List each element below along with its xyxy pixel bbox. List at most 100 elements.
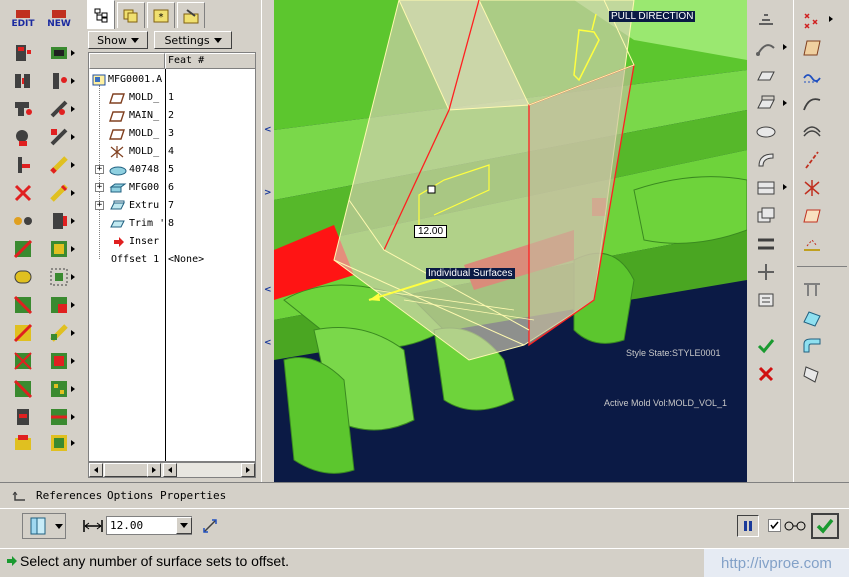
- apply-button[interactable]: [811, 513, 839, 539]
- tool-button[interactable]: [44, 404, 75, 429]
- tab-model-tree[interactable]: [87, 0, 115, 29]
- tree-item[interactable]: Offset 1 <None>: [89, 251, 255, 269]
- tool-button[interactable]: [797, 334, 827, 357]
- new-button[interactable]: NEW: [44, 6, 74, 31]
- glasses-icon[interactable]: [784, 520, 806, 532]
- tool-button[interactable]: [8, 404, 38, 429]
- tree-item[interactable]: + 40748 5: [89, 161, 255, 179]
- flip-direction-icon[interactable]: [200, 516, 220, 536]
- tab-favorites[interactable]: *: [147, 2, 175, 28]
- tool-button[interactable]: [751, 260, 781, 283]
- tree-item[interactable]: + MFG00 6: [89, 179, 255, 197]
- tree-horizontal-scrollbar[interactable]: [88, 462, 256, 478]
- tool-button[interactable]: [44, 180, 75, 205]
- tool-button[interactable]: [8, 180, 38, 205]
- tool-button[interactable]: [44, 40, 75, 65]
- scroll-right-button[interactable]: [147, 463, 161, 477]
- tool-button[interactable]: [797, 204, 827, 227]
- name-column-header[interactable]: [89, 53, 165, 69]
- tab-properties[interactable]: Properties: [160, 489, 226, 502]
- expand-icon[interactable]: +: [95, 201, 104, 210]
- tool-button[interactable]: [797, 176, 827, 199]
- tool-button[interactable]: [44, 348, 75, 373]
- offset-value-input[interactable]: 12.00: [106, 516, 192, 535]
- tool-button[interactable]: [797, 8, 833, 31]
- tool-button[interactable]: [8, 236, 38, 261]
- tool-button[interactable]: [8, 40, 38, 65]
- tool-button[interactable]: [8, 376, 38, 401]
- tool-button[interactable]: [44, 430, 75, 455]
- edit-button[interactable]: EDIT: [8, 6, 38, 31]
- tab-references[interactable]: References: [36, 489, 102, 502]
- show-dropdown[interactable]: Show: [88, 31, 148, 49]
- tool-button[interactable]: [797, 64, 827, 87]
- tool-button[interactable]: [8, 320, 38, 345]
- expand-icon[interactable]: +: [95, 165, 104, 174]
- surface-option-label[interactable]: Individual Surfaces: [426, 268, 515, 279]
- offset-value-dropdown[interactable]: [176, 517, 192, 534]
- tab-tools[interactable]: [177, 2, 205, 28]
- tool-button[interactable]: [751, 64, 781, 87]
- scroll-right-button[interactable]: [241, 463, 255, 477]
- done-feature-button[interactable]: [751, 334, 781, 357]
- feat-column-header[interactable]: Feat #: [165, 53, 255, 69]
- tool-button[interactable]: [797, 232, 827, 255]
- tree-item[interactable]: + Extru 7: [89, 197, 255, 215]
- tool-button[interactable]: [44, 96, 75, 121]
- preview-checkbox[interactable]: [768, 519, 781, 532]
- tool-button[interactable]: [751, 288, 781, 311]
- quit-feature-button[interactable]: [751, 362, 781, 385]
- tool-button[interactable]: [751, 92, 787, 115]
- tool-button[interactable]: [751, 204, 781, 227]
- tool-button[interactable]: [44, 264, 75, 289]
- tool-button[interactable]: [8, 68, 38, 93]
- tool-button[interactable]: [8, 208, 38, 233]
- tool-button[interactable]: [8, 152, 38, 177]
- tree-item[interactable]: Inser: [89, 233, 255, 251]
- tool-button[interactable]: [44, 152, 75, 177]
- tool-button[interactable]: [797, 36, 827, 59]
- tree-item[interactable]: MOLD_ 1: [89, 89, 255, 107]
- tool-button[interactable]: [797, 278, 827, 301]
- graphics-viewport[interactable]: PULL DIRECTION 12.00 Individual Surfaces…: [274, 0, 747, 482]
- offset-type-selector[interactable]: [22, 513, 66, 539]
- tool-button[interactable]: [44, 236, 75, 261]
- tree-item[interactable]: MOLD_ 4: [89, 143, 255, 161]
- tree-item[interactable]: MAIN_ 2: [89, 107, 255, 125]
- tool-button[interactable]: [797, 306, 827, 329]
- tab-layers[interactable]: [117, 2, 145, 28]
- tool-button[interactable]: [797, 120, 827, 143]
- tree-item[interactable]: Trim ' 8: [89, 215, 255, 233]
- panel-splitter[interactable]: < > < <: [261, 0, 274, 482]
- tool-button[interactable]: [751, 8, 781, 31]
- pause-button[interactable]: [737, 515, 759, 537]
- tool-button[interactable]: [797, 92, 827, 115]
- tool-button[interactable]: [44, 292, 75, 317]
- tool-button[interactable]: [751, 36, 787, 59]
- tool-button[interactable]: [44, 124, 75, 149]
- tool-button[interactable]: [8, 264, 38, 289]
- tool-button[interactable]: [44, 320, 75, 345]
- tool-button[interactable]: [797, 148, 827, 171]
- tree-item[interactable]: MFG0001.A: [89, 71, 255, 89]
- tool-button[interactable]: [8, 96, 38, 121]
- tool-button[interactable]: [751, 176, 787, 199]
- tool-button[interactable]: [8, 430, 38, 455]
- tool-button[interactable]: [44, 376, 75, 401]
- tab-options[interactable]: Options: [107, 489, 153, 502]
- tool-button[interactable]: [797, 362, 827, 385]
- tool-button[interactable]: [751, 120, 781, 143]
- scroll-left-button[interactable]: [89, 463, 103, 477]
- expand-icon[interactable]: +: [95, 183, 104, 192]
- tool-button[interactable]: [8, 124, 38, 149]
- settings-dropdown[interactable]: Settings: [154, 31, 232, 49]
- tool-button[interactable]: [44, 208, 75, 233]
- offset-dimension-value[interactable]: 12.00: [414, 225, 448, 238]
- tool-button[interactable]: [8, 292, 38, 317]
- tree-item[interactable]: MOLD_ 3: [89, 125, 255, 143]
- tool-button[interactable]: [44, 68, 75, 93]
- tool-button[interactable]: [751, 232, 781, 255]
- tool-button[interactable]: [751, 148, 781, 171]
- scroll-left-button[interactable]: [163, 463, 177, 477]
- tool-button[interactable]: [8, 348, 38, 373]
